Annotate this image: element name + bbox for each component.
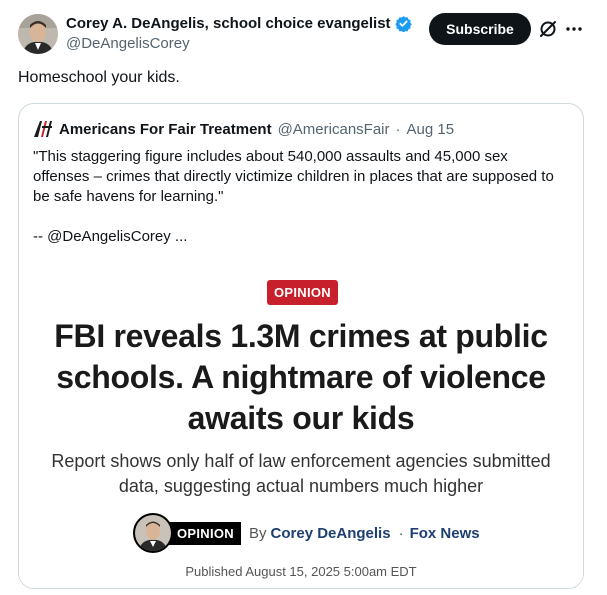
byline-avatar: [133, 513, 173, 553]
grok-icon[interactable]: [538, 19, 558, 39]
post-text: Homeschool your kids.: [18, 69, 180, 86]
author-display-name[interactable]: Corey A. DeAngelis, school choice evange…: [66, 15, 391, 32]
byline-opinion-badge: OPINION: [167, 521, 241, 545]
author-name-row: Corey A. DeAngelis, school choice evange…: [66, 15, 412, 33]
avatar[interactable]: [18, 14, 58, 54]
quoted-post-date[interactable]: Aug 15: [407, 121, 455, 138]
article-byline: OPINION By Corey DeAngelis · Fox News: [133, 513, 480, 553]
byline-outlet: Fox News: [409, 524, 480, 542]
quoted-post-text: "This staggering figure includes about 5…: [33, 147, 563, 247]
article-subhead: Report shows only half of law enforcemen…: [51, 451, 551, 496]
byline-separator: ·: [398, 524, 404, 542]
opinion-badge: OPINION: [267, 280, 338, 305]
meta-separator: ·: [395, 120, 401, 138]
verified-badge-icon: [394, 15, 412, 33]
subscribe-button[interactable]: Subscribe: [429, 13, 531, 45]
published-date: Published August 15, 2025 5:00am EDT: [185, 564, 417, 579]
quoted-post-header: Americans For Fair Treatment @AmericansF…: [33, 120, 454, 138]
quoted-post-signature: -- @DeAngelisCorey ...: [33, 228, 188, 245]
more-icon[interactable]: [565, 20, 583, 38]
post: Corey A. DeAngelis, school choice evange…: [0, 0, 607, 595]
quoted-author-name[interactable]: Americans For Fair Treatment: [59, 121, 272, 138]
quoted-post[interactable]: Americans For Fair Treatment @AmericansF…: [18, 103, 584, 589]
quoted-author-handle[interactable]: @AmericansFair: [278, 121, 390, 138]
author-handle[interactable]: @DeAngelisCorey: [66, 35, 190, 52]
aft-logo-icon[interactable]: [33, 120, 53, 138]
byline-by: By: [249, 524, 267, 542]
byline-author: Corey DeAngelis: [270, 524, 391, 542]
article-headline: FBI reveals 1.3M crimes at public school…: [54, 318, 548, 436]
article-image[interactable]: OPINION FBI reveals 1.3M crimes at publi…: [19, 264, 583, 588]
quoted-post-body: "This staggering figure includes about 5…: [33, 148, 554, 205]
